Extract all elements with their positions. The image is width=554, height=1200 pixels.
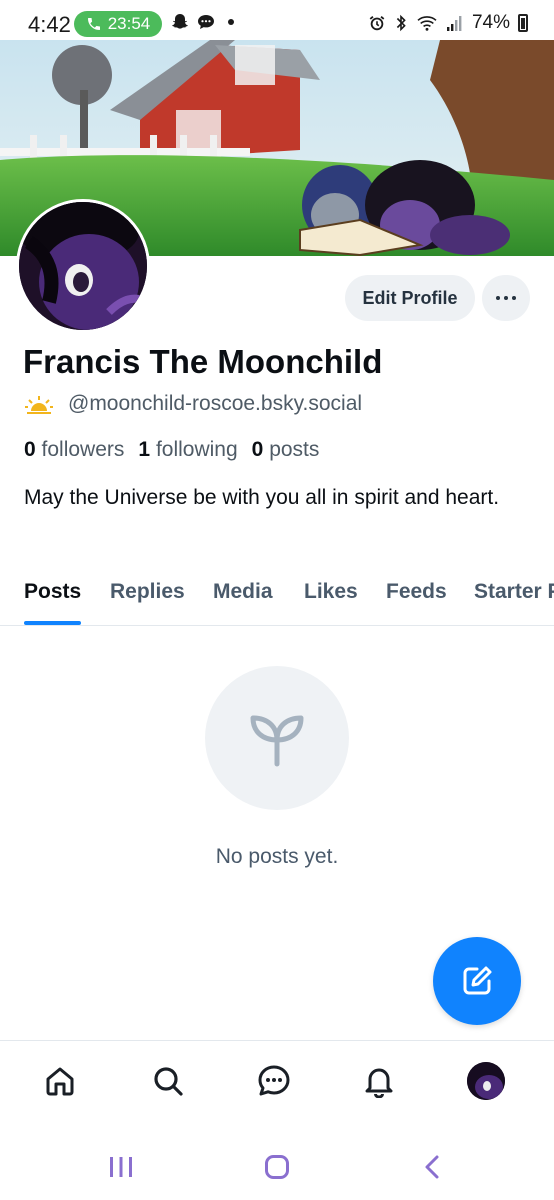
sunrise-icon bbox=[25, 396, 53, 414]
snapchat-icon bbox=[172, 14, 188, 29]
search-icon bbox=[154, 1067, 183, 1096]
following-stat[interactable]: 1 following bbox=[138, 438, 237, 462]
message-bubble-icon bbox=[198, 15, 214, 29]
avatar-thumbnail bbox=[467, 1062, 505, 1100]
bottom-navigation bbox=[0, 1040, 554, 1120]
following-count: 1 bbox=[138, 438, 151, 461]
bluetooth-icon bbox=[396, 14, 406, 32]
signal-icon bbox=[446, 16, 462, 31]
profile-avatar[interactable] bbox=[16, 199, 150, 333]
more-dot-icon bbox=[496, 296, 500, 300]
battery-icon bbox=[518, 14, 528, 32]
system-navigation-bar bbox=[0, 1120, 554, 1200]
edit-profile-button[interactable]: Edit Profile bbox=[345, 275, 475, 321]
notifications-icon bbox=[365, 1068, 393, 1098]
empty-state-illustration bbox=[205, 666, 349, 810]
profile-handle: @moonchild-roscoe.bsky.social bbox=[68, 392, 363, 415]
tab-replies[interactable]: Replies bbox=[110, 580, 185, 604]
notification-icons bbox=[170, 12, 234, 32]
alarm-icon bbox=[369, 16, 385, 31]
back-button-icon[interactable] bbox=[422, 1154, 442, 1180]
more-notifications-dot-icon bbox=[228, 19, 234, 25]
tab-media[interactable]: Media bbox=[213, 580, 273, 604]
more-dot-icon bbox=[512, 296, 516, 300]
profile-tabs: Posts Replies Media Likes Feeds Starter … bbox=[0, 564, 554, 626]
system-status-icons: 74% bbox=[368, 12, 528, 34]
profile-avatar-small bbox=[467, 1062, 505, 1100]
status-time: 4:42 bbox=[28, 12, 71, 37]
phone-icon bbox=[87, 18, 100, 30]
chat-icon bbox=[258, 1065, 290, 1096]
followers-label: followers bbox=[41, 438, 125, 461]
display-name: Francis The Moonchild bbox=[23, 343, 383, 380]
more-dot-icon bbox=[504, 296, 508, 300]
compose-post-button[interactable] bbox=[433, 937, 521, 1025]
nav-home[interactable] bbox=[40, 1061, 80, 1101]
followers-count: 0 bbox=[24, 438, 36, 461]
sprout-icon bbox=[250, 715, 304, 767]
posts-count: 0 bbox=[251, 438, 264, 461]
wifi-icon bbox=[417, 16, 437, 31]
active-tab-indicator bbox=[24, 621, 81, 625]
tab-posts[interactable]: Posts bbox=[24, 580, 81, 604]
tab-starter-packs[interactable]: Starter Packs bbox=[474, 580, 554, 604]
posts-stat: 0 posts bbox=[252, 438, 320, 462]
battery-percent: 74% bbox=[471, 12, 510, 33]
call-timer: 23:54 bbox=[107, 14, 151, 33]
compose-icon bbox=[463, 966, 492, 995]
recent-apps-icon[interactable] bbox=[108, 1156, 134, 1178]
home-button-icon[interactable] bbox=[264, 1154, 290, 1180]
profile-stats: 0 followers 1 following 0 posts bbox=[24, 438, 319, 462]
followers-stat[interactable]: 0 followers bbox=[24, 438, 124, 462]
status-bar: 4:42 23:54 74% bbox=[0, 0, 554, 42]
empty-state-text: No posts yet. bbox=[215, 845, 339, 868]
more-options-button[interactable] bbox=[482, 275, 530, 321]
active-call-pill[interactable]: 23:54 bbox=[74, 11, 162, 37]
nav-search[interactable] bbox=[148, 1061, 188, 1101]
following-label: following bbox=[155, 438, 238, 461]
tab-feeds[interactable]: Feeds bbox=[386, 580, 447, 604]
nav-profile[interactable] bbox=[466, 1061, 506, 1101]
avatar-image bbox=[19, 202, 147, 330]
profile-screen: 4:42 23:54 74% Edit Profile Francis The … bbox=[0, 0, 554, 1200]
handle-row: @moonchild-roscoe.bsky.social bbox=[24, 392, 362, 416]
posts-label: posts bbox=[269, 438, 320, 461]
nav-chat[interactable] bbox=[254, 1061, 294, 1101]
tab-likes[interactable]: Likes bbox=[304, 580, 358, 604]
nav-notifications[interactable] bbox=[359, 1061, 399, 1101]
home-icon bbox=[46, 1067, 74, 1096]
profile-bio: May the Universe be with you all in spir… bbox=[24, 486, 500, 509]
